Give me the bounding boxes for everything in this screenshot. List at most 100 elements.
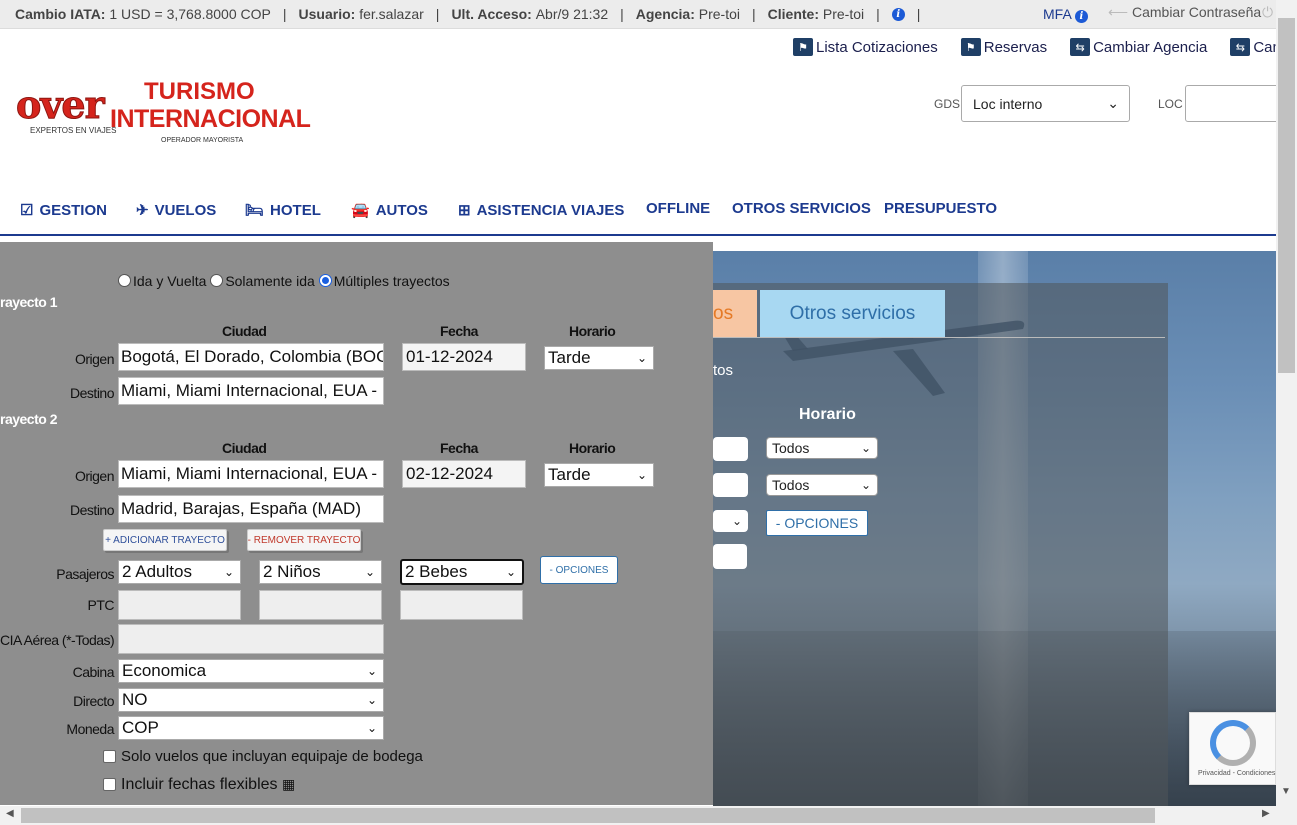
- radio-multiples[interactable]: Múltiples trayectos: [318, 273, 450, 289]
- equipaje-checkbox[interactable]: [103, 750, 116, 763]
- reservas-link[interactable]: ⚑ Reservas: [960, 38, 1047, 56]
- select-value: Tarde: [548, 348, 591, 367]
- chevron-down-icon: ⌄: [505, 565, 516, 579]
- bg-input[interactable]: [713, 473, 748, 497]
- nav-presupuesto[interactable]: PRESUPUESTO: [884, 200, 997, 217]
- power-icon[interactable]: ⏻: [1262, 4, 1273, 21]
- segment-2-horario-select[interactable]: Tarde ⌄: [544, 463, 654, 487]
- pasajeros-label: Pasajeros: [56, 566, 114, 582]
- radio-circle[interactable]: [210, 274, 224, 287]
- ptc-bebes-input[interactable]: [400, 590, 523, 620]
- recaptcha-badge[interactable]: Privacidad - Condiciones: [1189, 712, 1276, 785]
- select-value: 2 Adultos: [122, 562, 192, 581]
- segment-2-fecha-input[interactable]: 02-12-2024: [402, 460, 526, 488]
- swap-icon: ⇆: [1070, 38, 1091, 56]
- scroll-down-arrow-icon[interactable]: ▼: [1281, 786, 1291, 797]
- segment-1-horario-select[interactable]: Tarde ⌄: [544, 346, 654, 370]
- nav-gestion[interactable]: ☑ GESTION: [20, 201, 107, 220]
- destino-label: Destino: [70, 502, 114, 518]
- nav-vuelos[interactable]: ✈ VUELOS: [136, 201, 216, 220]
- main-nav: ☑ GESTION ✈ VUELOS 🛏 HOTEL 🚘 AUTOS ⊞ ASISTENC…: [0, 196, 1276, 236]
- acceso-value: Abr/9 21:32: [535, 6, 609, 22]
- loc-input[interactable]: [1185, 85, 1280, 122]
- equipaje-label: Solo vuelos que incluyan equipaje de bod…: [121, 748, 423, 765]
- nav-asistencia[interactable]: ⊞ ASISTENCIA VIAJES: [458, 201, 624, 220]
- flexibles-checkbox[interactable]: [103, 778, 116, 791]
- segment-1-fecha-input[interactable]: 01-12-2024: [402, 343, 526, 371]
- nav-otros-servicios[interactable]: OTROS SERVICIOS: [732, 200, 871, 217]
- segment-1-origen-input[interactable]: Bogotá, El Dorado, Colombia (BOG: [118, 343, 384, 371]
- remove-segment-button[interactable]: - REMOVER TRAYECTO: [247, 529, 361, 551]
- tab-otros-servicios[interactable]: Otros servicios: [760, 290, 945, 337]
- moneda-select[interactable]: COP ⌄: [118, 716, 384, 740]
- gds-select[interactable]: Loc interno ⌄: [961, 85, 1130, 122]
- col-horario: Horario: [569, 440, 616, 456]
- bg-horario-select[interactable]: Todos ⌄: [766, 437, 878, 459]
- nav-label: GESTION: [39, 201, 107, 219]
- bebes-select[interactable]: 2 Bebes ⌄: [400, 559, 524, 585]
- scrollbar-thumb[interactable]: [21, 808, 1155, 823]
- scroll-right-arrow-icon[interactable]: ▶: [1262, 808, 1270, 819]
- radio-solamente-ida[interactable]: Solamente ida: [210, 273, 315, 289]
- cia-label: CIA Aérea (*-Todas): [0, 632, 115, 648]
- change-password-link[interactable]: ⟵ Cambiar Contraseña: [1108, 4, 1261, 21]
- segment-2-origen-input[interactable]: Miami, Miami Internacional, EUA -: [118, 460, 384, 488]
- logo-turismo: TURISMO: [144, 78, 255, 105]
- ptc-ninos-input[interactable]: [259, 590, 382, 620]
- nav-offline[interactable]: OFFLINE: [646, 200, 710, 217]
- flag-icon: ⚑: [793, 38, 813, 56]
- vertical-scrollbar[interactable]: ▼: [1276, 0, 1297, 806]
- ptc-adultos-input[interactable]: [118, 590, 241, 620]
- cia-input[interactable]: [118, 624, 384, 654]
- agencia-value: Pre-toi: [698, 6, 740, 22]
- chevron-down-icon: ⌄: [731, 514, 742, 528]
- nav-hotel[interactable]: 🛏 HOTEL: [245, 201, 321, 220]
- flexibles-label-wrap: Incluir fechas flexibles ▦: [121, 776, 295, 794]
- adultos-select[interactable]: 2 Adultos ⌄: [118, 560, 241, 584]
- cliente-value: Pre-toi: [822, 6, 865, 22]
- cambiar-agencia-link[interactable]: ⇆ Cambiar Agencia: [1070, 38, 1207, 56]
- bg-horario-select[interactable]: Todos ⌄: [766, 474, 878, 496]
- select-value: 2 Bebes: [405, 562, 468, 581]
- origen-label: Origen: [74, 351, 115, 367]
- bg-input[interactable]: [713, 544, 747, 569]
- bg-opciones-label: - OPCIONES: [775, 515, 859, 531]
- tab-partial[interactable]: os: [713, 290, 757, 337]
- scrollbar-thumb[interactable]: [1278, 18, 1295, 373]
- nav-autos[interactable]: 🚘 AUTOS: [351, 201, 428, 220]
- segment-2-destino-input[interactable]: Madrid, Barajas, España (MAD): [118, 495, 384, 523]
- select-value: Tarde: [548, 465, 591, 484]
- cabina-select[interactable]: Economica ⌄: [118, 659, 384, 683]
- segment-1-destino-input[interactable]: Miami, Miami Internacional, EUA -: [118, 377, 384, 405]
- ninos-select[interactable]: 2 Niños ⌄: [259, 560, 382, 584]
- separator: |: [435, 6, 440, 22]
- radio-circle-selected[interactable]: [318, 274, 332, 287]
- bg-select-value: Todos: [772, 440, 810, 456]
- directo-select[interactable]: NO ⌄: [118, 688, 384, 712]
- bg-text-partial: tos: [713, 362, 734, 379]
- logo-tagline: EXPERTOS EN VIAJES: [30, 126, 117, 135]
- horizontal-scrollbar[interactable]: ◀ ▶: [0, 806, 1297, 825]
- add-segment-button[interactable]: + ADICIONAR TRAYECTO: [103, 529, 227, 551]
- scroll-left-arrow-icon[interactable]: ◀: [6, 808, 14, 819]
- bg-select-partial[interactable]: ⌄: [713, 510, 748, 532]
- chevron-down-icon: ⌄: [366, 721, 377, 735]
- radio-label: Solamente ida: [225, 273, 315, 289]
- change-password-label: Cambiar Contraseña: [1131, 4, 1262, 20]
- calendar-icon: ▦: [281, 776, 296, 792]
- bg-opciones-button[interactable]: - OPCIONES: [766, 510, 868, 536]
- radio-circle[interactable]: [118, 274, 131, 287]
- segment-2-title: rayecto 2: [0, 411, 57, 427]
- info-icon[interactable]: i: [891, 7, 905, 21]
- lista-cotizaciones-link[interactable]: ⚑ Lista Cotizaciones: [793, 38, 938, 56]
- opciones-button[interactable]: - OPCIONES: [540, 556, 618, 584]
- chevron-down-icon: ⌄: [1107, 95, 1119, 111]
- cambio-label: Cambio IATA:: [15, 6, 106, 22]
- company-logo[interactable]: over EXPERTOS EN VIAJES TURISMO INTERNAC…: [16, 78, 311, 148]
- radio-ida-vuelta[interactable]: Ida y Vuelta: [118, 273, 206, 289]
- mfa-link[interactable]: MFA i: [1043, 6, 1088, 23]
- bg-input[interactable]: [713, 437, 748, 461]
- recaptcha-icon: [1210, 720, 1256, 766]
- background-search-panel: [713, 283, 1168, 806]
- medkit-icon: ⊞: [458, 202, 471, 219]
